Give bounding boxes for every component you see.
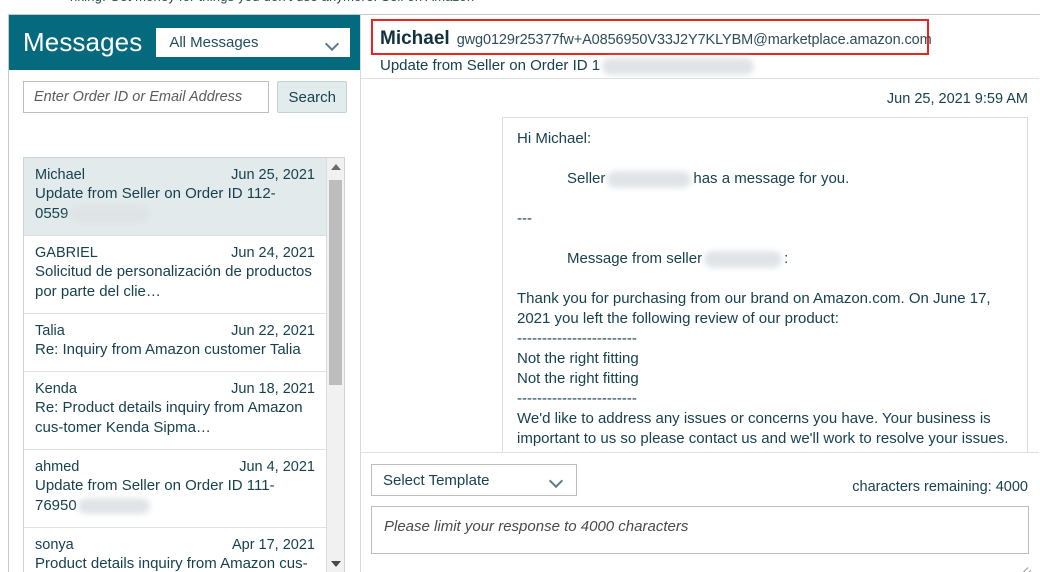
list-item-date: Jun 4, 2021 [239,459,315,475]
search-row: Search [9,70,360,124]
message-divider-long-2: ------------------------ [517,390,637,407]
background-page-left-strip: ‖ ≡ ≈ [0,14,8,572]
template-select-value: Select Template [383,471,490,489]
list-item-subject-text: Update from Seller on Order ID 112- [35,185,276,202]
list-item-sender: Talia [35,323,65,339]
list-item-date: Jun 24, 2021 [231,245,315,261]
list-item-subject-text-2: 76950 [35,497,77,514]
list-item-header: GABRIEL Jun 24, 2021 [35,245,315,261]
list-item-subject: Update from Seller on Order ID 111- 7695… [35,476,315,516]
list-item[interactable]: GABRIEL Jun 24, 2021 Solicitud de person… [24,236,326,314]
search-button[interactable]: Search [277,81,347,113]
list-item[interactable]: Michael Jun 25, 2021 Update from Seller … [24,158,326,236]
thread-subject: Update from Seller on Order ID 1 [375,57,1029,75]
message-from-pre: Message from seller [567,250,703,267]
list-item[interactable]: Talia Jun 22, 2021 Re: Inquiry from Amaz… [24,314,326,372]
list-item-sender: ahmed [35,459,80,475]
redaction-blob [607,170,692,188]
page-title: Messages [23,27,143,57]
message-detail-pane: Michael gwg0129r25377fw+A0856950V33J2Y7K… [361,15,1039,572]
scroll-up-button[interactable] [327,158,344,175]
list-item[interactable]: Kenda Jun 18, 2021 Re: Product details i… [24,372,326,450]
thread-sender-name: Michael [380,28,450,49]
chevron-down-icon [326,39,340,47]
search-input[interactable] [23,81,270,113]
scrollbar-thumb[interactable] [329,180,342,385]
background-page-top-strip: nking. Get money for things you don't us… [0,0,1040,15]
message-seller-line: Seller has a message for you. [517,149,1013,209]
template-select[interactable]: Select Template [371,464,577,496]
list-item[interactable]: sonya Apr 17, 2021 Product details inqui… [24,528,326,572]
seller-line-post: has a message for you. [693,170,850,187]
message-list-scrollbar[interactable] [326,158,344,572]
characters-remaining-label: characters remaining: 4000 [852,479,1028,495]
list-item-date: Jun 18, 2021 [231,381,315,397]
thread-subject-text: Update from Seller on Order ID 1 [380,57,601,74]
message-from-post: : [784,250,789,267]
scroll-down-button[interactable] [327,555,344,572]
message-bubble: Hi Michael: Seller has a message for you.… [502,117,1028,452]
messaging-app-window: nking. Get money for things you don't us… [0,0,1040,572]
reply-area: Select Template characters remaining: 40… [361,452,1039,572]
list-item-sender: sonya [35,537,74,553]
list-item-date: Apr 17, 2021 [231,537,315,553]
list-item[interactable]: ahmed Jun 4, 2021 Update from Seller on … [24,450,326,528]
background-clipped-text: nking. Get money for things you don't us… [70,0,474,4]
message-from-seller-line: Message from seller: [517,229,1013,289]
message-divider-long-1: ------------------------ [517,330,637,347]
list-item-subject-text-2: 0559 [35,205,69,222]
list-item-header: Michael Jun 25, 2021 [35,167,315,183]
message-filter-select[interactable]: All Messages [156,28,350,57]
thread-sender-email: gwg0129r25377fw+A0856950V33J2Y7KLYBM@mar… [456,32,932,48]
list-item-sender: GABRIEL [35,245,98,261]
list-item-date: Jun 25, 2021 [231,167,315,183]
message-paragraph-2: We'd like to address any issues or conce… [517,410,1009,447]
message-review-line-1: Not the right fitting [517,350,639,367]
chevron-down-icon [550,476,564,484]
message-list-container: Michael Jun 25, 2021 Update from Seller … [23,157,345,572]
message-divider-short: --- [517,210,532,227]
redaction-blob [704,250,783,268]
triangle-down-icon [330,560,341,567]
list-item-header: Talia Jun 22, 2021 [35,323,315,339]
list-item-subject-text: Update from Seller on Order ID 111- [35,477,275,494]
message-timestamp: Jun 25, 2021 9:59 AM [886,91,1028,107]
list-item-subject: Solicitud de personalización de producto… [35,263,312,300]
messages-left-pane: Messages All Messages Search Michael Jun… [9,15,361,572]
list-item-subject: Re: Inquiry from Amazon customer Talia [35,341,301,358]
messages-header: Messages All Messages [9,15,360,70]
redaction-blob [602,57,755,75]
redaction-blob [77,498,150,515]
thread-sender-line: Michael gwg0129r25377fw+A0856950V33J2Y7K… [375,23,1029,54]
list-item-header: Kenda Jun 18, 2021 [35,381,315,397]
message-greeting: Hi Michael: [517,130,592,147]
message-filter-value: All Messages [169,34,259,51]
thread-header: Michael gwg0129r25377fw+A0856950V33J2Y7K… [361,15,1039,79]
triangle-up-icon [330,163,341,170]
list-item-subject: Re: Product details inquiry from Amazon … [35,399,303,436]
messages-modal: Messages All Messages Search Michael Jun… [8,14,1039,572]
seller-line-pre: Seller [567,170,606,187]
list-item-header: ahmed Jun 4, 2021 [35,459,315,475]
template-row: Select Template characters remaining: 40… [371,453,1029,496]
message-list: Michael Jun 25, 2021 Update from Seller … [24,158,326,572]
list-item-sender: Michael [35,167,85,183]
list-item-sender: Kenda [35,381,77,397]
list-item-subject: Product details inquiry from Amazon cus- [35,555,308,572]
list-item-subject: Update from Seller on Order ID 112- 0559 [35,184,315,224]
message-review-line-2: Not the right fitting [517,370,639,387]
reply-textarea[interactable] [371,506,1029,554]
thread-body: Jun 25, 2021 9:59 AM Hi Michael: Seller h… [361,79,1039,452]
resize-handle-icon [1016,558,1032,572]
list-item-date: Jun 22, 2021 [231,323,315,339]
message-paragraph-1: Thank you for purchasing from our brand … [517,290,995,327]
list-item-header: sonya Apr 17, 2021 [35,537,315,553]
redaction-blob [69,206,150,223]
